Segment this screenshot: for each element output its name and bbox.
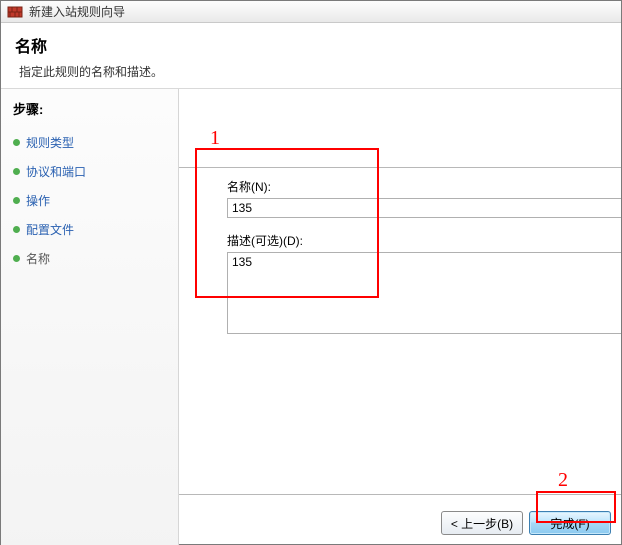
sidebar-item-rule-type[interactable]: 规则类型 (13, 128, 178, 157)
wizard-window: 新建入站规则向导 名称 指定此规则的名称和描述。 步骤: 规则类型 协议和端口 … (0, 0, 622, 545)
sidebar-item-protocol-port[interactable]: 协议和端口 (13, 157, 178, 186)
page-title: 名称 (15, 33, 607, 57)
wizard-header: 名称 指定此规则的名称和描述。 (1, 23, 621, 89)
bullet-icon (13, 255, 20, 262)
window-title: 新建入站规则向导 (29, 3, 125, 20)
description-input[interactable] (227, 252, 621, 334)
sidebar-item-name[interactable]: 名称 (13, 244, 178, 273)
description-label: 描述(可选)(D): (227, 232, 621, 249)
page-subtitle: 指定此规则的名称和描述。 (19, 63, 607, 80)
bullet-icon (13, 226, 20, 233)
sidebar-item-label: 配置文件 (26, 221, 74, 238)
wizard-buttons: < 上一步(B) 完成(F) (441, 511, 611, 535)
sidebar-item-profile[interactable]: 配置文件 (13, 215, 178, 244)
wizard-content: 名称(N): 描述(可选)(D): < 上一步(B) 完成(F) (179, 89, 621, 545)
wizard-body: 步骤: 规则类型 协议和端口 操作 配置文件 (1, 89, 621, 545)
bullet-icon (13, 168, 20, 175)
bullet-icon (13, 197, 20, 204)
sidebar-item-label: 规则类型 (26, 134, 74, 151)
sidebar-item-label: 协议和端口 (26, 163, 86, 180)
titlebar: 新建入站规则向导 (1, 1, 621, 23)
finish-button[interactable]: 完成(F) (529, 511, 611, 535)
sidebar-item-label: 名称 (26, 250, 50, 267)
form-panel: 名称(N): 描述(可选)(D): (179, 167, 621, 495)
name-input[interactable] (227, 198, 621, 218)
bullet-icon (13, 139, 20, 146)
back-button[interactable]: < 上一步(B) (441, 511, 523, 535)
firewall-icon (7, 4, 23, 20)
steps-sidebar: 步骤: 规则类型 协议和端口 操作 配置文件 (1, 89, 179, 545)
steps-label: 步骤: (13, 99, 178, 118)
name-label: 名称(N): (227, 178, 621, 195)
sidebar-item-action[interactable]: 操作 (13, 186, 178, 215)
sidebar-item-label: 操作 (26, 192, 50, 209)
